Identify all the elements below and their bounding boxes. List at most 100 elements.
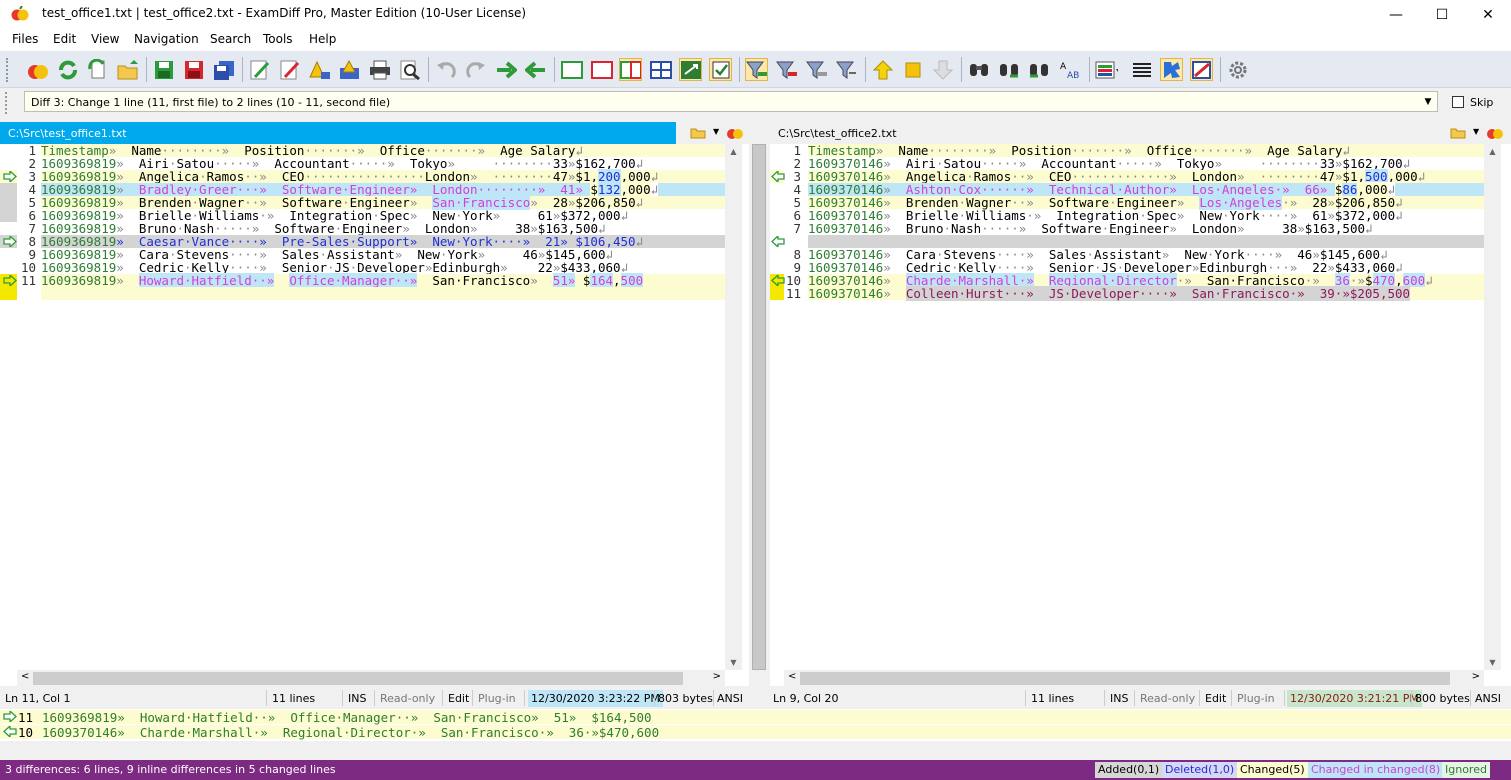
diff-description-combo[interactable]: Diff 3: Change 1 line (11, first file) t…: [24, 91, 1438, 112]
left-horizontal-scrollbar[interactable]: < >: [17, 670, 725, 687]
minimize-button[interactable]: —: [1373, 0, 1419, 29]
legend-changed-in-changed[interactable]: Changed in changed(8): [1308, 762, 1444, 778]
close-button[interactable]: ✕: [1465, 0, 1511, 29]
diff-arrow-icon[interactable]: [3, 171, 17, 182]
pane-splitter[interactable]: [749, 122, 770, 686]
right-path-dropdown-icon[interactable]: ▼: [1473, 127, 1479, 136]
text-line: 1609369819» Howard·Hatfield··» Office·Ma…: [41, 273, 725, 288]
legend-ignored[interactable]: Ignored: [1442, 762, 1490, 778]
chevron-down-icon[interactable]: ▼: [1419, 92, 1437, 111]
case-icon[interactable]: A AB: [1057, 58, 1080, 81]
compare-line-right-text: 1609370146» Charde·Marshall·» Regional·D…: [42, 725, 660, 740]
left-text-area[interactable]: Timestamp» Name········» Position·······…: [41, 144, 725, 300]
menu-edit[interactable]: Edit: [53, 32, 76, 46]
filter-ignored-icon[interactable]: [835, 58, 858, 81]
view-grid-icon[interactable]: [649, 58, 672, 81]
right-line-count: 11 lines: [1031, 692, 1075, 705]
skip-label: Skip: [1470, 96, 1494, 109]
options-edit-icon[interactable]: [1190, 58, 1213, 81]
toolbar-grip[interactable]: [6, 58, 10, 82]
menu-help[interactable]: Help: [309, 32, 336, 46]
prev-diff-icon[interactable]: [524, 58, 547, 81]
right-plugin[interactable]: Plug-in: [1237, 692, 1275, 705]
recompare-icon[interactable]: [56, 58, 79, 81]
filter-changed-icon[interactable]: [805, 58, 828, 81]
current-diff-arrow-icon[interactable]: [3, 275, 17, 286]
right-path: C:\Src\test_office2.txt: [770, 122, 1442, 144]
diff-arrow-icon[interactable]: [3, 236, 17, 247]
alert-folder-icon[interactable]: [338, 58, 361, 81]
plugin-icon[interactable]: [1160, 58, 1183, 81]
legend-added[interactable]: Added(0,1): [1095, 762, 1163, 778]
right-edit-mode[interactable]: Edit: [1205, 692, 1226, 705]
view-left-icon[interactable]: [560, 58, 583, 81]
menu-tools[interactable]: Tools: [263, 32, 293, 46]
edit-right-icon[interactable]: [278, 58, 301, 81]
skip-checkbox[interactable]: [1452, 96, 1464, 108]
legend-changed[interactable]: Changed(5): [1237, 762, 1308, 778]
text-lines-icon[interactable]: [1130, 58, 1153, 81]
right-cursor-position: Ln 9, Col 20: [773, 692, 839, 705]
svg-text:A: A: [1060, 62, 1067, 72]
menu-navigation[interactable]: Navigation: [134, 32, 199, 46]
current-diff-icon[interactable]: [901, 58, 924, 81]
compare-line-left: 11 1609369819» Howard·Hatfield··» Office…: [0, 710, 1511, 725]
left-open-folder-icon[interactable]: [690, 125, 706, 142]
left-cursor-position: Ln 11, Col 1: [5, 692, 71, 705]
warning-icon[interactable]: [308, 58, 331, 81]
settings-gear-icon[interactable]: [1227, 58, 1250, 81]
sync-scroll-icon[interactable]: [679, 58, 702, 81]
left-line-numbers: 1 2 3 4 5 6 7 8 9 10 11: [20, 143, 36, 288]
up-arrow-icon[interactable]: [871, 58, 894, 81]
left-vertical-scrollbar[interactable]: ▲ ▼: [725, 144, 742, 670]
filter-deleted-icon[interactable]: [775, 58, 798, 81]
maximize-button[interactable]: ☐: [1419, 0, 1465, 29]
save-all-icon[interactable]: [212, 58, 235, 81]
save-left-icon[interactable]: [152, 58, 175, 81]
find-next-icon[interactable]: [997, 58, 1020, 81]
swap-files-icon[interactable]: [86, 58, 109, 81]
right-compare-icon[interactable]: [1486, 124, 1504, 143]
right-ins-mode[interactable]: INS: [1110, 692, 1128, 705]
compare-line-right: 10 1609370146» Charde·Marshall·» Regiona…: [0, 725, 1511, 740]
filter-added-icon[interactable]: [745, 58, 768, 81]
view-right-icon[interactable]: [590, 58, 613, 81]
next-diff-icon[interactable]: [494, 58, 517, 81]
right-size: 800 bytes: [1415, 692, 1470, 705]
title-bar: test_office1.txt | test_office2.txt - Ex…: [0, 0, 1511, 29]
undo-icon[interactable]: [434, 58, 457, 81]
compare-icon[interactable]: [26, 58, 49, 81]
left-plugin[interactable]: Plug-in: [478, 692, 516, 705]
color-options-icon[interactable]: [1095, 58, 1118, 81]
right-horizontal-scrollbar[interactable]: < >: [784, 670, 1484, 687]
left-compare-icon[interactable]: [726, 124, 744, 143]
show-checkbox-icon[interactable]: [709, 58, 732, 81]
menu-search[interactable]: Search: [210, 32, 251, 46]
right-readonly[interactable]: Read-only: [1140, 692, 1195, 705]
right-vertical-scrollbar[interactable]: ▲ ▼: [1484, 144, 1501, 670]
left-edit-mode[interactable]: Edit: [448, 692, 469, 705]
edit-left-icon[interactable]: [248, 58, 271, 81]
menu-files[interactable]: Files: [12, 32, 38, 46]
app-logo-icon: [11, 6, 29, 21]
open-folder-icon[interactable]: [116, 58, 139, 81]
left-ins-mode[interactable]: INS: [348, 692, 366, 705]
left-path-dropdown-icon[interactable]: ▼: [713, 127, 719, 136]
find-prev-icon[interactable]: [1027, 58, 1050, 81]
left-readonly[interactable]: Read-only: [380, 692, 435, 705]
view-side-by-side-icon[interactable]: [619, 58, 642, 81]
redo-icon[interactable]: [464, 58, 487, 81]
diff-description: Diff 3: Change 1 line (11, first file) t…: [31, 96, 391, 109]
find-icon[interactable]: [967, 58, 990, 81]
right-open-folder-icon[interactable]: [1450, 125, 1466, 142]
print-preview-icon[interactable]: [398, 58, 421, 81]
right-text-area[interactable]: Timestamp» Name········» Position·······…: [808, 144, 1484, 301]
right-line-numbers: 1 2 3 4 5 6 7 8 9 10 11: [785, 143, 801, 301]
down-arrow-icon[interactable]: [931, 58, 954, 81]
print-icon[interactable]: [368, 58, 391, 81]
legend-deleted[interactable]: Deleted(1,0): [1162, 762, 1238, 778]
right-encoding: ANSI: [1475, 692, 1501, 705]
diffbar-grip[interactable]: [5, 92, 19, 114]
save-right-icon[interactable]: [182, 58, 205, 81]
menu-view[interactable]: View: [91, 32, 119, 46]
